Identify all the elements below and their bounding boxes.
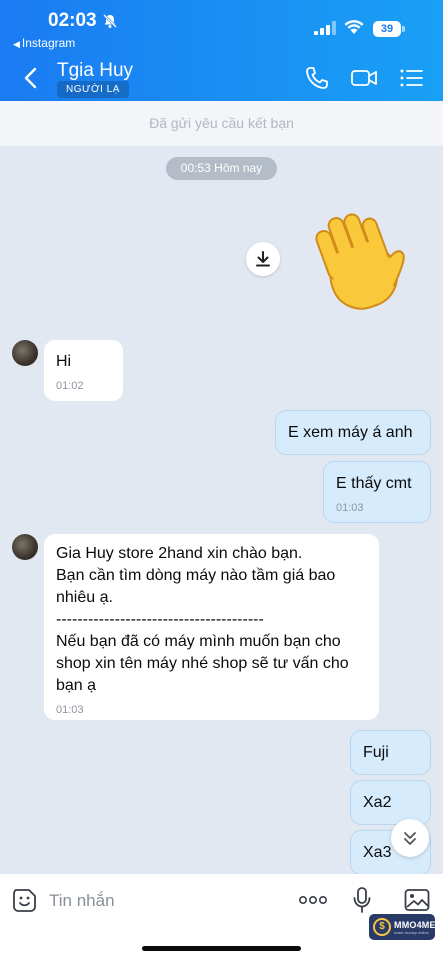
more-options-icon[interactable] <box>298 892 328 908</box>
message-time: 01:03 <box>336 502 364 514</box>
watermark-tagline: make money online <box>394 930 429 935</box>
menu-list-icon[interactable] <box>397 63 427 93</box>
friend-request-status: Đã gửi yêu cầu kết bạn <box>0 101 443 146</box>
time-separator: 00:53 Hôm nay <box>166 157 277 180</box>
battery-nub <box>402 26 405 32</box>
status-time: 02:03 <box>48 10 97 31</box>
message-bubble[interactable]: Fuji <box>350 730 431 775</box>
message-text: Hi <box>56 353 72 370</box>
microphone-icon[interactable] <box>352 887 372 913</box>
message-input[interactable] <box>49 886 279 916</box>
chat-area[interactable]: 00:53 Hôm nay Hi 01:02 E xem máy á anh E… <box>0 146 443 875</box>
message-text: Gia Huy store 2hand xin chào bạn. Bạn cầ… <box>56 545 349 694</box>
battery-level: 39 <box>373 21 401 37</box>
wifi-icon <box>344 20 364 34</box>
back-to-app-link[interactable]: ◀ Instagram <box>13 36 75 50</box>
message-time: 01:03 <box>56 704 84 716</box>
contact-avatar[interactable] <box>12 340 38 366</box>
video-call-icon[interactable] <box>349 63 379 93</box>
message-time: 01:02 <box>56 380 84 392</box>
message-text: Fuji <box>363 744 389 761</box>
back-app-label: Instagram <box>21 36 76 50</box>
double-chevron-down-icon <box>404 832 416 845</box>
cellular-signal-icon <box>314 21 336 35</box>
dollar-coin-icon: $ <box>373 918 391 936</box>
home-indicator[interactable] <box>142 946 301 951</box>
message-text: Xa2 <box>363 794 392 811</box>
sticker-emoji-icon[interactable] <box>12 888 37 913</box>
back-arrow-icon[interactable] <box>18 64 42 92</box>
message-bubble[interactable]: Gia Huy store 2hand xin chào bạn. Bạn cầ… <box>44 534 379 720</box>
message-text: Xa3 <box>363 844 392 861</box>
scroll-to-bottom-button[interactable] <box>391 819 429 857</box>
download-icon <box>256 251 270 267</box>
image-gallery-icon[interactable] <box>404 888 430 912</box>
phone-call-icon[interactable] <box>302 63 332 93</box>
message-bubble[interactable]: E xem máy á anh <box>275 410 431 455</box>
chat-header: 02:03 ◀ Instagram 39 Tgia Huy NGƯỜI LẠ <box>0 0 443 101</box>
waving-hand-sticker-icon[interactable] <box>305 206 417 318</box>
message-text: E thấy cmt <box>336 475 412 492</box>
watermark-brand: MMO4ME <box>394 920 436 930</box>
contact-avatar[interactable] <box>12 534 38 560</box>
contact-name[interactable]: Tgia Huy <box>57 60 133 82</box>
stranger-badge: NGƯỜI LẠ <box>57 81 129 98</box>
message-bubble[interactable]: Hi 01:02 <box>44 340 123 401</box>
message-composer: $ MMO4ME make money online <box>0 874 443 960</box>
mmo4me-watermark-logo: $ MMO4ME make money online <box>369 914 436 940</box>
battery-indicator: 39 <box>373 21 405 37</box>
message-text: E xem máy á anh <box>288 424 413 441</box>
message-bubble[interactable]: E thấy cmt 01:03 <box>323 461 431 523</box>
download-button[interactable] <box>246 242 280 276</box>
bell-off-icon <box>103 14 117 28</box>
back-triangle-icon: ◀ <box>13 39 20 49</box>
